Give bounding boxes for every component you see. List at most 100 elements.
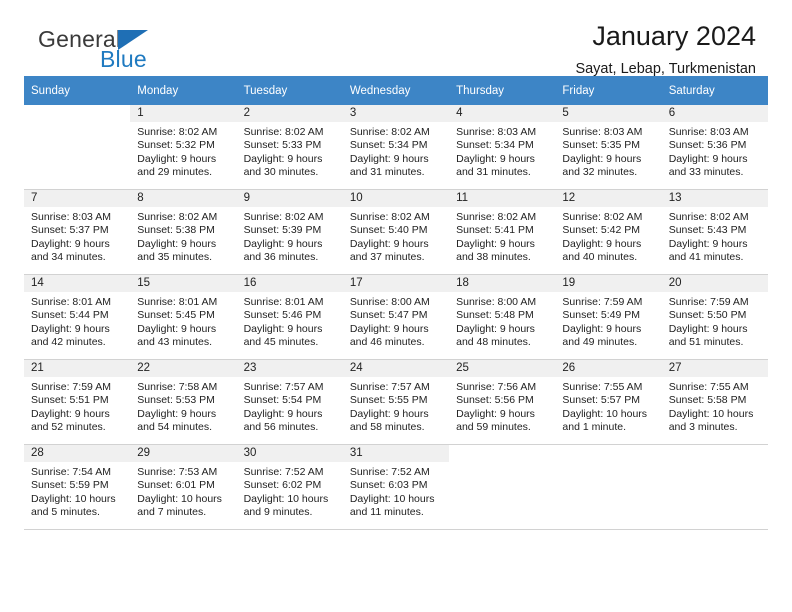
day-details: Sunrise: 8:02 AM Sunset: 5:39 PM Dayligh… [237,207,343,264]
daylight-text: Daylight: 9 hours and 38 minutes. [456,237,535,263]
day-cell-24[interactable]: 24 Sunrise: 7:57 AM Sunset: 5:55 PM Dayl… [342,359,450,445]
sunset-text: Sunset: 5:45 PM [137,309,215,322]
day-details: Sunrise: 8:00 AM Sunset: 5:47 PM Dayligh… [343,292,449,349]
sunrise-text: Sunrise: 7:59 AM [31,381,111,393]
sunrise-text: Sunrise: 8:02 AM [562,211,643,223]
day-cell-17[interactable]: 17 Sunrise: 8:00 AM Sunset: 5:47 PM Dayl… [342,274,450,360]
day-cell-25[interactable]: 25 Sunrise: 7:56 AM Sunset: 5:56 PM Dayl… [449,359,556,445]
day-number: 17 [342,275,450,292]
day-details: Sunrise: 7:59 AM Sunset: 5:51 PM Dayligh… [24,377,130,434]
day-number: 25 [449,360,556,377]
day-cell-8[interactable]: 8 Sunrise: 8:02 AM Sunset: 5:38 PM Dayli… [130,189,237,275]
sunset-text: Sunset: 5:46 PM [243,309,322,322]
day-cell-14[interactable]: 14 Sunrise: 8:01 AM Sunset: 5:44 PM Dayl… [24,274,131,360]
general-blue-logo[interactable]: General Blue [38,26,258,74]
day-cell-5[interactable]: 5 Sunrise: 8:03 AM Sunset: 5:35 PM Dayli… [555,105,662,190]
sunset-text: Sunset: 5:48 PM [456,309,534,322]
weekday-header-row: Sunday Monday Tuesday Wednesday Thursday… [24,76,768,105]
day-cell-2[interactable]: 2 Sunrise: 8:02 AM Sunset: 5:33 PM Dayli… [236,105,343,190]
day-cell-4[interactable]: 4 Sunrise: 8:03 AM Sunset: 5:34 PM Dayli… [449,105,556,190]
sunrise-text: Sunrise: 7:52 AM [243,466,324,478]
day-details: Sunrise: 7:52 AM Sunset: 6:03 PM Dayligh… [343,462,449,519]
day-cell-12[interactable]: 12 Sunrise: 8:02 AM Sunset: 5:42 PM Dayl… [555,189,662,275]
day-details: Sunrise: 7:57 AM Sunset: 5:55 PM Dayligh… [343,377,449,434]
day-cell-22[interactable]: 22 Sunrise: 7:58 AM Sunset: 5:53 PM Dayl… [130,359,237,445]
sunset-text: Sunset: 5:50 PM [668,309,747,322]
sunrise-text: Sunrise: 8:02 AM [349,126,430,138]
sunset-text: Sunset: 5:56 PM [456,394,534,407]
day-details: Sunrise: 8:02 AM Sunset: 5:34 PM Dayligh… [343,122,449,179]
day-cell-31[interactable]: 31 Sunrise: 7:52 AM Sunset: 6:03 PM Dayl… [342,444,450,530]
day-cell-1[interactable]: 1 Sunrise: 8:02 AM Sunset: 5:32 PM Dayli… [130,105,237,190]
sunset-text: Sunset: 5:49 PM [562,309,641,322]
day-number: 7 [24,190,131,207]
calendar-body: 1 Sunrise: 8:02 AM Sunset: 5:32 PM Dayli… [24,105,768,530]
weekday-header-sunday: Sunday [24,76,131,105]
daylight-text: Daylight: 9 hours and 30 minutes. [243,152,323,178]
day-cell-21[interactable]: 21 Sunrise: 7:59 AM Sunset: 5:51 PM Dayl… [24,359,131,445]
day-number: 15 [130,275,237,292]
sunrise-text: Sunrise: 8:03 AM [456,126,537,138]
daylight-text: Daylight: 10 hours and 5 minutes. [31,492,116,518]
sunset-text: Sunset: 5:33 PM [243,139,322,152]
day-cell-9[interactable]: 9 Sunrise: 8:02 AM Sunset: 5:39 PM Dayli… [236,189,343,275]
sunrise-text: Sunrise: 8:03 AM [562,126,643,138]
day-number: 13 [661,190,768,207]
day-cell-10[interactable]: 10 Sunrise: 8:02 AM Sunset: 5:40 PM Dayl… [342,189,450,275]
daylight-text: Daylight: 10 hours and 7 minutes. [137,492,222,518]
sunset-text: Sunset: 5:59 PM [31,479,109,492]
day-cell-30[interactable]: 30 Sunrise: 7:52 AM Sunset: 6:02 PM Dayl… [236,444,343,530]
day-number: 21 [24,360,131,377]
day-cell-6[interactable]: 6 Sunrise: 8:03 AM Sunset: 5:36 PM Dayli… [661,105,768,190]
day-number: 31 [342,445,450,462]
day-details: Sunrise: 8:01 AM Sunset: 5:46 PM Dayligh… [237,292,343,349]
calendar-week-row: 14 Sunrise: 8:01 AM Sunset: 5:44 PM Dayl… [24,274,768,360]
day-cell-13[interactable]: 13 Sunrise: 8:02 AM Sunset: 5:43 PM Dayl… [661,189,768,275]
day-details: Sunrise: 7:58 AM Sunset: 5:53 PM Dayligh… [130,377,236,434]
sunset-text: Sunset: 6:02 PM [243,479,322,492]
sunrise-text: Sunrise: 7:57 AM [349,381,430,393]
sunset-text: Sunset: 5:58 PM [668,394,747,407]
day-details: Sunrise: 7:59 AM Sunset: 5:49 PM Dayligh… [555,292,661,349]
day-cell-3[interactable]: 3 Sunrise: 8:02 AM Sunset: 5:34 PM Dayli… [342,105,450,190]
daylight-text: Daylight: 9 hours and 32 minutes. [562,152,642,178]
day-details: Sunrise: 7:59 AM Sunset: 5:50 PM Dayligh… [662,292,768,349]
page-header: General Blue January 2024 Sayat, Lebap, … [24,0,768,78]
day-number: 16 [236,275,343,292]
sunrise-text: Sunrise: 8:03 AM [31,211,111,223]
daylight-text: Daylight: 9 hours and 54 minutes. [137,407,217,433]
day-cell-16[interactable]: 16 Sunrise: 8:01 AM Sunset: 5:46 PM Dayl… [236,274,343,360]
day-cell-empty [449,444,556,530]
daylight-text: Daylight: 9 hours and 35 minutes. [137,237,217,263]
page-title: January 2024 [592,21,756,51]
logo-text-blue: Blue [100,46,147,72]
day-cell-27[interactable]: 27 Sunrise: 7:55 AM Sunset: 5:58 PM Dayl… [661,359,768,445]
day-cell-7[interactable]: 7 Sunrise: 8:03 AM Sunset: 5:37 PM Dayli… [24,189,131,275]
daylight-text: Daylight: 9 hours and 48 minutes. [456,322,535,348]
day-number: 20 [661,275,768,292]
sunset-text: Sunset: 5:41 PM [456,224,534,237]
day-details: Sunrise: 8:03 AM Sunset: 5:36 PM Dayligh… [662,122,768,179]
day-number: 26 [555,360,662,377]
day-cell-20[interactable]: 20 Sunrise: 7:59 AM Sunset: 5:50 PM Dayl… [661,274,768,360]
day-cell-23[interactable]: 23 Sunrise: 7:57 AM Sunset: 5:54 PM Dayl… [236,359,343,445]
sunrise-text: Sunrise: 7:55 AM [668,381,749,393]
sunrise-text: Sunrise: 7:59 AM [668,296,749,308]
day-details: Sunrise: 7:52 AM Sunset: 6:02 PM Dayligh… [237,462,343,519]
day-cell-28[interactable]: 28 Sunrise: 7:54 AM Sunset: 5:59 PM Dayl… [24,444,131,530]
sunrise-text: Sunrise: 7:52 AM [349,466,430,478]
day-cell-15[interactable]: 15 Sunrise: 8:01 AM Sunset: 5:45 PM Dayl… [130,274,237,360]
daylight-text: Daylight: 9 hours and 45 minutes. [243,322,323,348]
day-cell-11[interactable]: 11 Sunrise: 8:02 AM Sunset: 5:41 PM Dayl… [449,189,556,275]
daylight-text: Daylight: 9 hours and 58 minutes. [349,407,429,433]
day-cell-18[interactable]: 18 Sunrise: 8:00 AM Sunset: 5:48 PM Dayl… [449,274,556,360]
day-cell-26[interactable]: 26 Sunrise: 7:55 AM Sunset: 5:57 PM Dayl… [555,359,662,445]
sunset-text: Sunset: 5:47 PM [349,309,428,322]
sunset-text: Sunset: 5:39 PM [243,224,322,237]
day-cell-29[interactable]: 29 Sunrise: 7:53 AM Sunset: 6:01 PM Dayl… [130,444,237,530]
day-details: Sunrise: 7:54 AM Sunset: 5:59 PM Dayligh… [24,462,130,519]
day-cell-19[interactable]: 19 Sunrise: 7:59 AM Sunset: 5:49 PM Dayl… [555,274,662,360]
day-details: Sunrise: 8:01 AM Sunset: 5:45 PM Dayligh… [130,292,236,349]
day-number: 5 [555,105,662,122]
day-details: Sunrise: 8:01 AM Sunset: 5:44 PM Dayligh… [24,292,130,349]
